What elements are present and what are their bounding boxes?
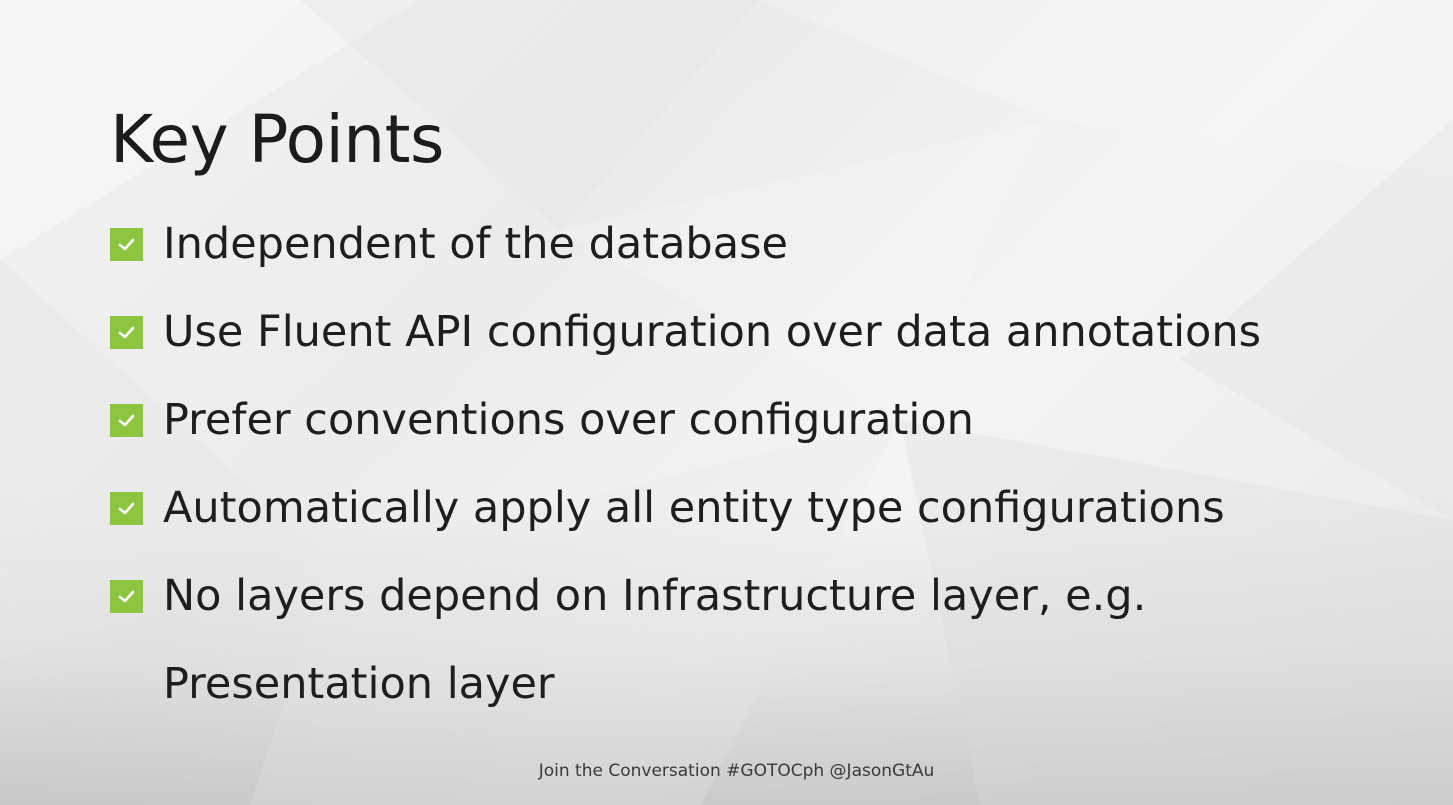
key-point-text: No layers depend on Infrastructure layer… bbox=[163, 571, 1147, 709]
key-point-text: Use Fluent API configuration over data a… bbox=[163, 307, 1261, 357]
green-checkbox-icon bbox=[110, 316, 143, 349]
green-checkbox-icon bbox=[110, 228, 143, 261]
footer-text: Join the Conversation #GOTOCph @JasonGtA… bbox=[538, 761, 935, 781]
key-point-item: Use Fluent API configuration over data a… bbox=[110, 288, 1410, 376]
key-point-item: No layers depend on Infrastructure layer… bbox=[110, 552, 1163, 728]
slide: Key Points Independent of the database U… bbox=[0, 0, 1453, 805]
slide-title: Key Points bbox=[110, 101, 444, 178]
key-point-item: Prefer conventions over configuration bbox=[110, 376, 1410, 464]
footer-hashtag: Join the Conversation #GOTOCph @JasonGtA… bbox=[0, 759, 1453, 783]
key-points-list: Independent of the database Use Fluent A… bbox=[110, 200, 1410, 728]
key-point-text: Independent of the database bbox=[163, 219, 788, 269]
green-checkbox-icon bbox=[110, 580, 143, 613]
key-point-text: Automatically apply all entity type conf… bbox=[163, 483, 1225, 533]
key-point-item: Independent of the database bbox=[110, 200, 1410, 288]
green-checkbox-icon bbox=[110, 492, 143, 525]
key-point-text: Prefer conventions over configuration bbox=[163, 395, 974, 445]
green-checkbox-icon bbox=[110, 404, 143, 437]
key-point-item: Automatically apply all entity type conf… bbox=[110, 464, 1410, 552]
